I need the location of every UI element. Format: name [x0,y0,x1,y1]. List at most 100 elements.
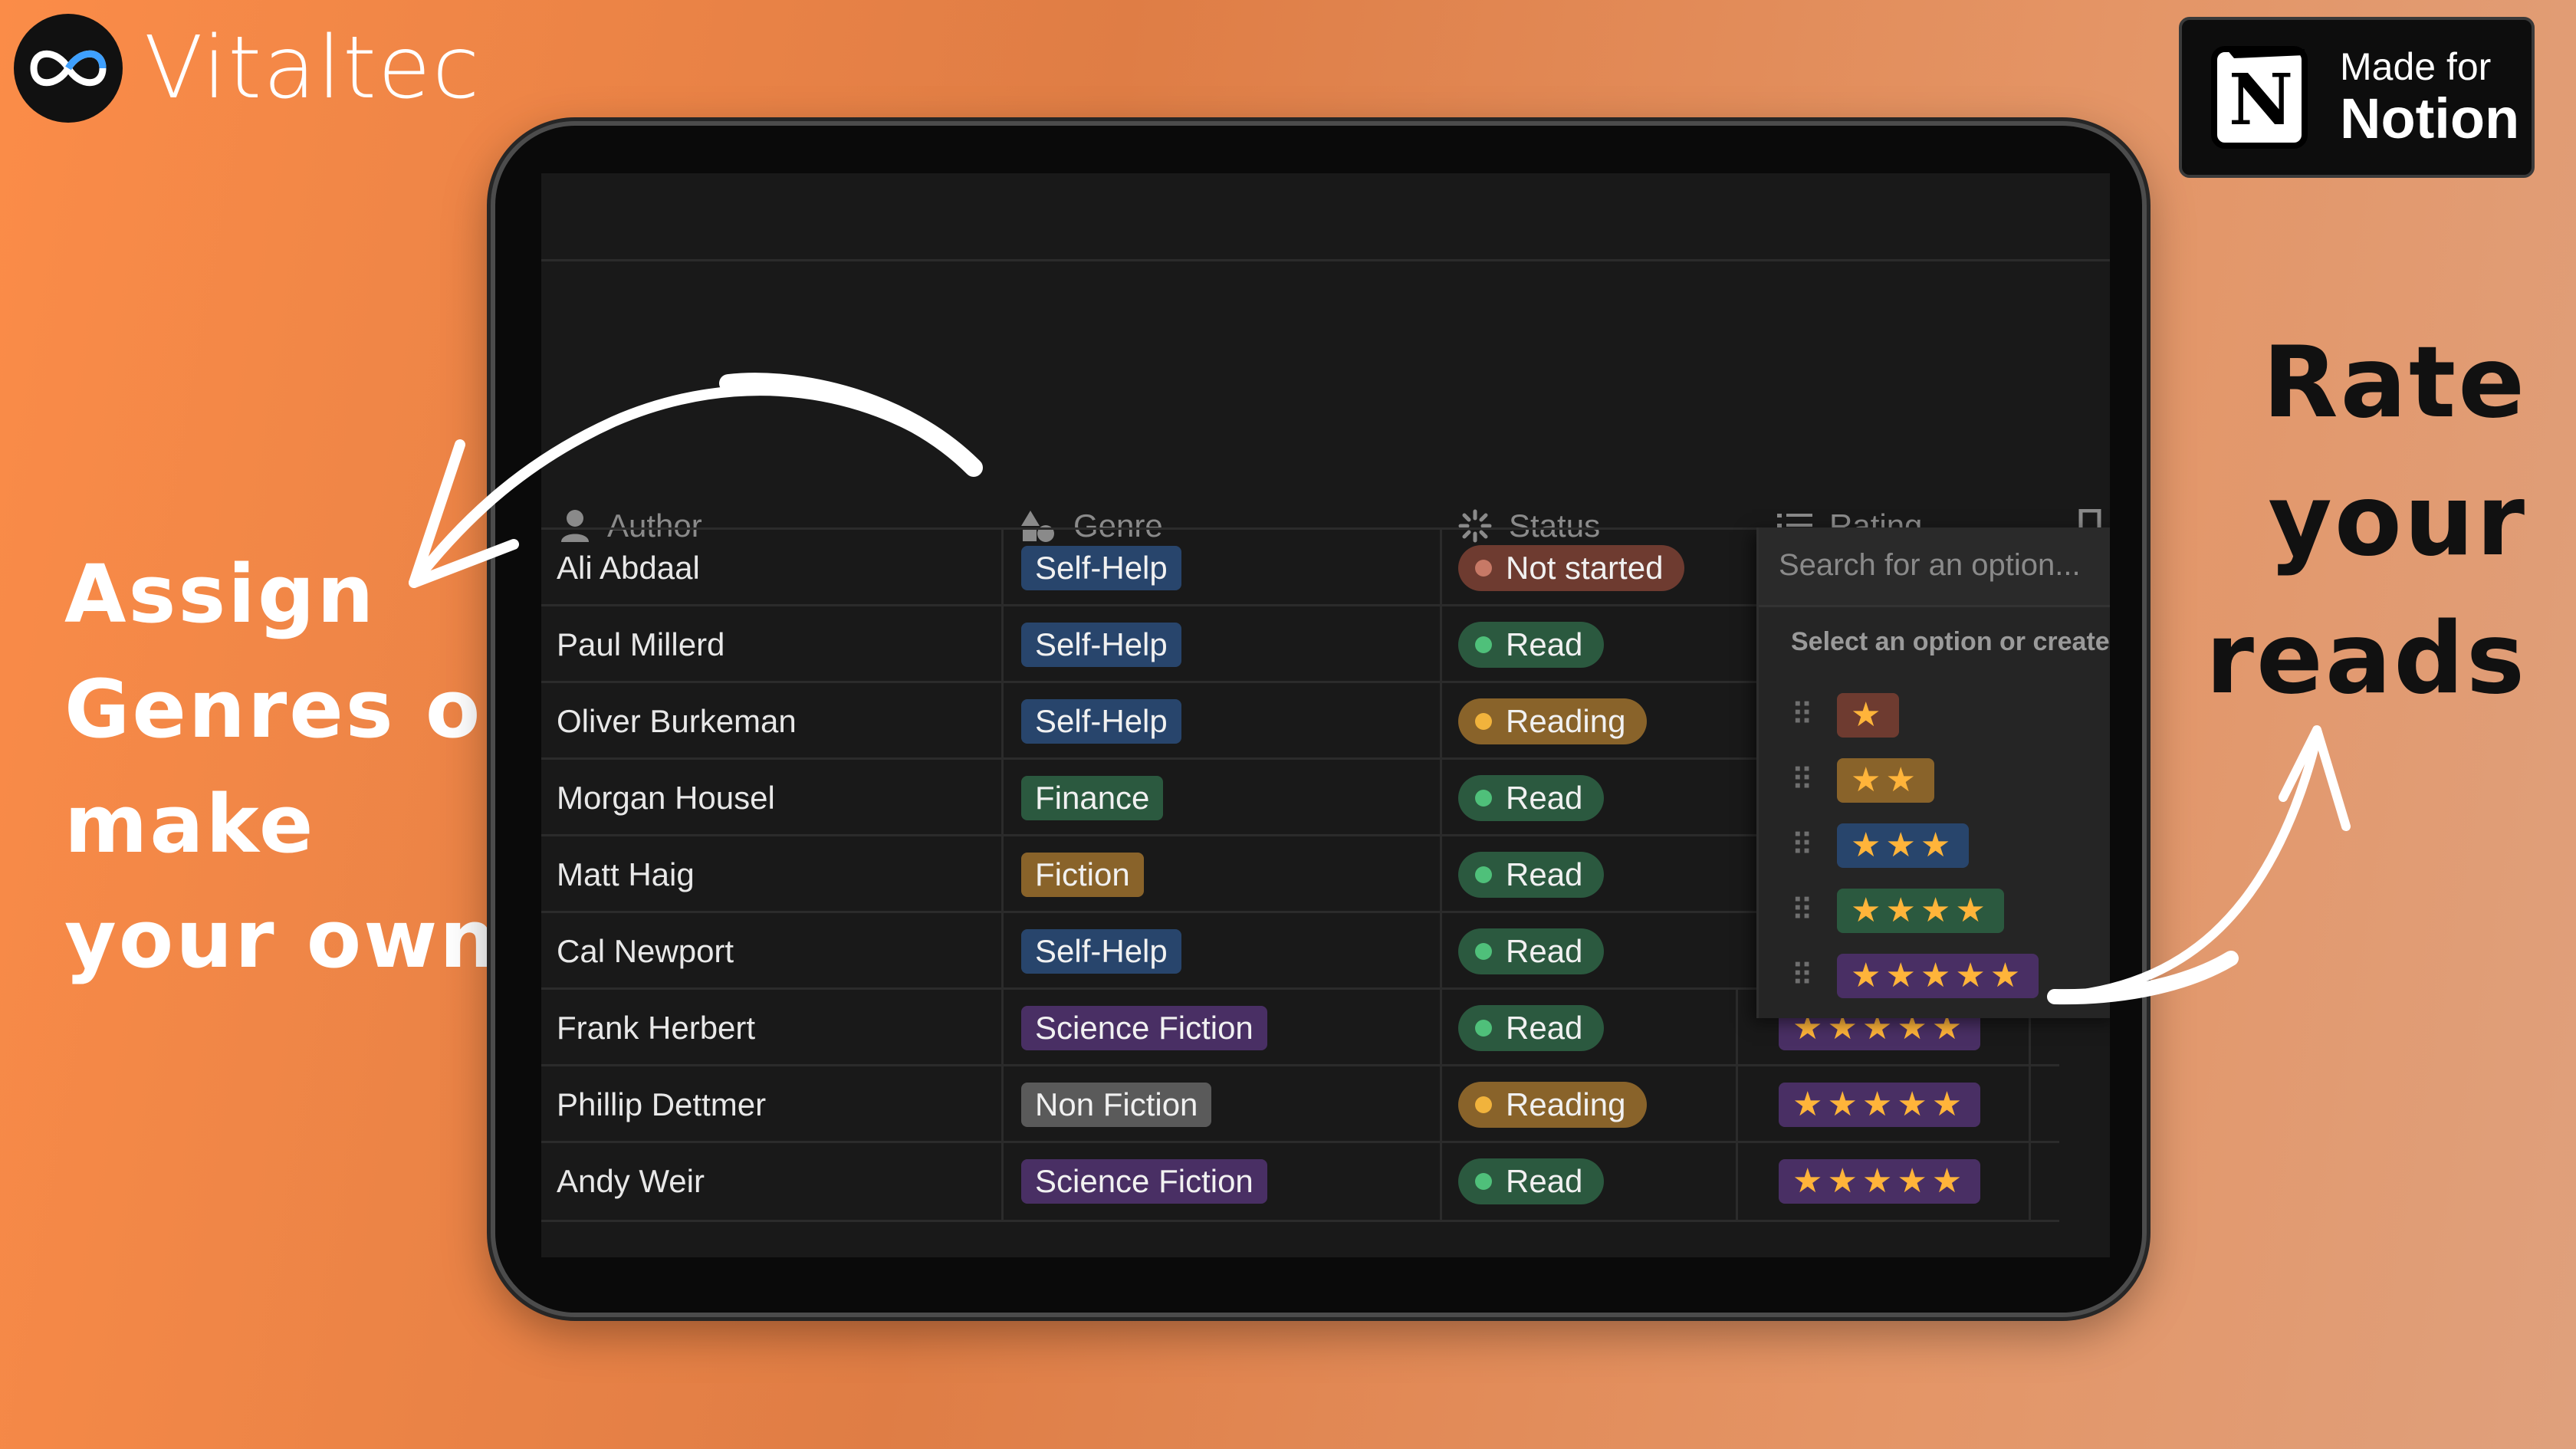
status-label: Read [1506,1163,1583,1199]
genre-tag: Self-Help [1021,623,1181,667]
genre-cell[interactable]: Science Fiction [1021,990,1267,1066]
status-dot-icon [1475,636,1492,653]
status-cell[interactable]: Read [1458,760,1605,836]
status-pill: Reading [1458,1082,1648,1128]
divider [1001,836,1004,913]
rating-option-2[interactable]: ⠿ ★★ [1791,754,1934,807]
genre-cell[interactable]: Fiction [1021,836,1144,913]
rating-option-4[interactable]: ⠿ ★★★★ [1791,884,2004,938]
status-cell[interactable]: Read [1458,606,1605,683]
author-cell[interactable]: Frank Herbert [557,990,755,1066]
author-cell[interactable]: Oliver Burkeman [557,683,797,760]
divider [1440,760,1442,836]
divider [1001,530,1004,606]
rating-option-stars: ★★★ [1837,823,1970,868]
divider [1440,1066,1442,1143]
table-row[interactable]: Andy Weir Science Fiction Read ★★★★★ [541,1141,2059,1222]
status-pill: Read [1458,1158,1605,1204]
drag-handle-icon[interactable]: ⠿ [1791,763,1837,798]
genre-tag: Finance [1021,776,1164,820]
divider [1736,1066,1738,1143]
rating-cell[interactable]: ★★★★★ [1779,1143,1981,1220]
divider [1736,990,1738,1066]
genre-cell[interactable]: Self-Help [1021,683,1181,760]
status-pill: Read [1458,1005,1605,1051]
status-dot-icon [1475,560,1492,577]
status-cell[interactable]: Read [1458,990,1605,1066]
status-cell[interactable]: Reading [1458,683,1648,760]
callout-right-line: reads [2205,602,2527,716]
status-dot-icon [1475,1096,1492,1113]
callout-left-line: make [64,777,316,871]
genre-tag: Self-Help [1021,699,1181,744]
status-label: Read [1506,933,1583,969]
divider [1440,606,1442,683]
callout-left-line: your own [64,892,499,986]
table-row[interactable]: Phillip Dettmer Non Fiction Reading ★★★★… [541,1064,2059,1143]
divider [1001,683,1004,760]
rating-stars: ★★★★★ [1779,1159,1981,1204]
status-dot-icon [1475,1173,1492,1190]
genre-cell[interactable]: Finance [1021,760,1164,836]
rating-option-5[interactable]: ⠿ ★★★★★ [1791,949,2039,1003]
notion-logo-icon: N [2211,46,2308,149]
divider [1440,683,1442,760]
svg-text:N: N [2229,58,2293,141]
genre-tag: Self-Help [1021,546,1181,590]
option-search-box [1759,527,2110,607]
badge-line2: Notion [2340,87,2520,150]
rating-option-stars: ★★★★★ [1837,954,2039,998]
rating-option-stars: ★★★★ [1837,889,2004,933]
genre-tag: Science Fiction [1021,1006,1267,1050]
drag-handle-icon[interactable]: ⠿ [1791,893,1837,928]
rating-stars: ★★★★★ [1779,1083,1981,1127]
status-cell[interactable]: Not started [1458,530,1685,606]
genre-cell[interactable]: Self-Help [1021,530,1181,606]
status-cell[interactable]: Read [1458,913,1605,990]
status-cell[interactable]: Read [1458,836,1605,913]
divider [1440,990,1442,1066]
divider [1001,1143,1004,1220]
brand: Vitaltec [14,11,481,126]
made-for-notion-badge: N Made for Notion [2179,17,2535,178]
author-cell[interactable]: Morgan Housel [557,760,775,836]
divider [1001,606,1004,683]
genre-cell[interactable]: Self-Help [1021,606,1181,683]
genre-cell[interactable]: Science Fiction [1021,1143,1267,1220]
author-cell[interactable]: Andy Weir [557,1143,705,1220]
drag-handle-icon[interactable]: ⠿ [1791,958,1837,994]
status-dot-icon [1475,943,1492,960]
status-label: Read [1506,780,1583,816]
author-cell[interactable]: Matt Haig [557,836,695,913]
genre-tag: Non Fiction [1021,1083,1212,1127]
callout-left-line: Genres or [64,662,524,756]
option-search-input[interactable] [1777,547,2110,583]
rating-option-stars: ★ [1837,693,1900,738]
drag-handle-icon[interactable]: ⠿ [1791,828,1837,863]
genre-cell[interactable]: Non Fiction [1021,1066,1212,1143]
genre-tag: Fiction [1021,853,1144,897]
curved-arrow-right-icon [2047,725,2351,1005]
infinity-logo-icon [14,14,123,123]
status-label: Not started [1506,550,1664,586]
status-cell[interactable]: Read [1458,1143,1605,1220]
author-cell[interactable]: Cal Newport [557,913,734,990]
author-cell[interactable]: Phillip Dettmer [557,1066,766,1143]
assign-genres-callout: Assign Genres or make your own [64,537,524,997]
status-label: Read [1506,856,1583,892]
callout-right-line: your [2268,464,2527,578]
status-cell[interactable]: Reading [1458,1066,1648,1143]
divider [1440,530,1442,606]
rating-option-1[interactable]: ⠿ ★ [1791,688,1900,742]
status-dot-icon [1475,790,1492,807]
rating-cell[interactable]: ★★★★★ [1779,1066,1981,1143]
genre-cell[interactable]: Self-Help [1021,913,1181,990]
rating-option-3[interactable]: ⠿ ★★★ [1791,819,1970,872]
brand-name: Vitaltec [144,18,481,118]
dropdown-hint: Select an option or create [1791,627,2110,656]
status-label: Read [1506,626,1583,662]
author-cell[interactable]: Paul Millerd [557,606,724,683]
status-pill: Read [1458,928,1605,974]
drag-handle-icon[interactable]: ⠿ [1791,698,1837,733]
divider [2029,1143,2031,1220]
